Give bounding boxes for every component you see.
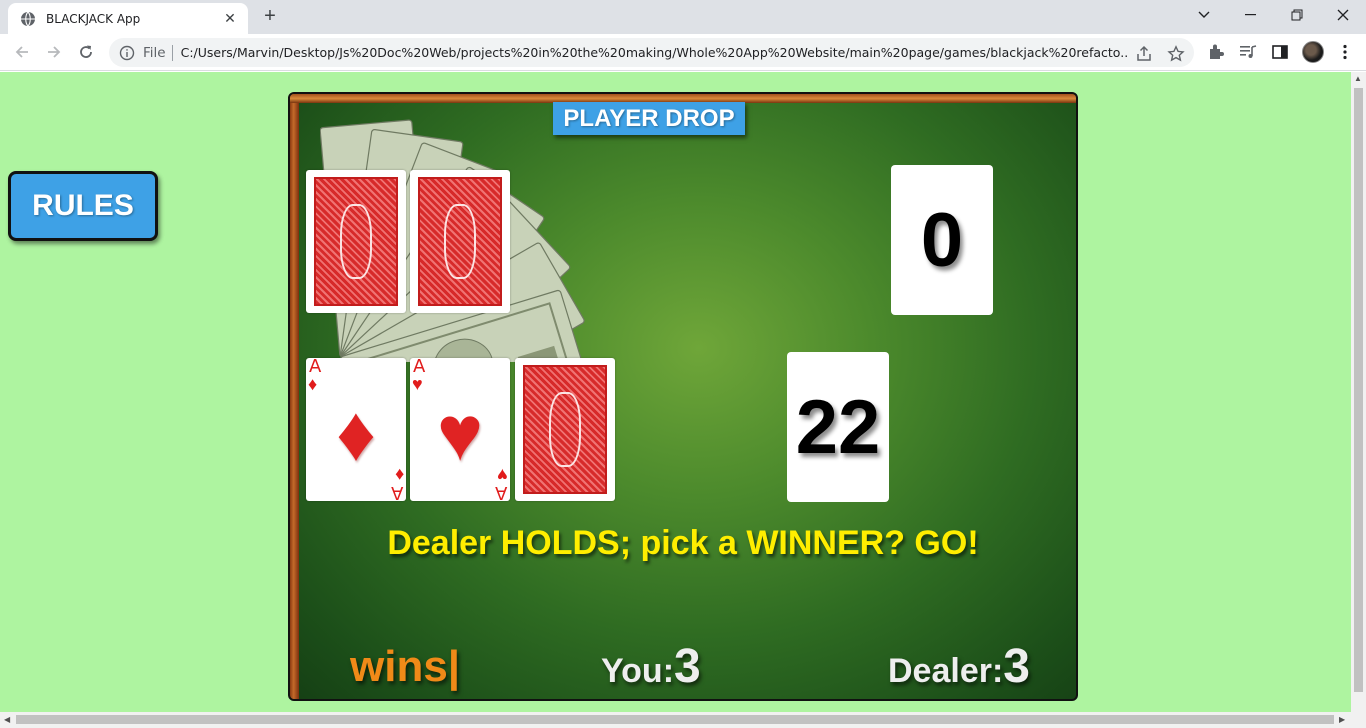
heart-icon: ♥	[412, 374, 423, 394]
side-panel-icon[interactable]	[1271, 43, 1289, 61]
heart-icon: ♥	[436, 389, 484, 477]
globe-icon	[21, 11, 35, 26]
table-wood-border-left	[290, 94, 299, 699]
diamond-icon: ♦	[336, 389, 376, 477]
player-drop-button[interactable]: PLAYER DROP	[553, 102, 745, 135]
page-viewport: RULES PLAYER DROP A ♦ ♦ ♦ A A ♥ ♥ ♥ A 0 …	[0, 72, 1351, 712]
dealer-label: Dealer:	[888, 652, 1004, 690]
card-back-pattern	[314, 177, 398, 306]
blackjack-table: PLAYER DROP A ♦ ♦ ♦ A A ♥ ♥ ♥ A 0 22 Dea…	[288, 92, 1078, 701]
tab-title: BLACKJACK App	[46, 11, 141, 26]
minimize-icon[interactable]	[1228, 0, 1274, 30]
dealer-wins-count: 3	[1003, 640, 1030, 693]
avatar[interactable]	[1302, 41, 1324, 63]
close-icon[interactable]: ✕	[222, 10, 238, 27]
status-message: Dealer HOLDS; pick a WINNER? GO!	[387, 524, 979, 562]
horizontal-scroll-thumb[interactable]	[16, 715, 1334, 724]
vertical-scrollbar[interactable]: ▲	[1351, 72, 1366, 712]
you-label: You:	[601, 652, 675, 690]
player-score-card: 22	[787, 352, 889, 502]
tab-search-chevron-icon[interactable]	[1181, 0, 1227, 30]
dealer-score-card: 0	[891, 165, 993, 315]
you-wins-tally: You:3	[601, 639, 701, 694]
player-card-3	[515, 358, 615, 501]
player-card-2: A ♥ ♥ ♥ A	[410, 358, 510, 501]
scheme-label: File	[143, 44, 166, 61]
player-card-1: A ♦ ♦ ♦ A	[306, 358, 406, 501]
card-back-pattern	[418, 177, 502, 306]
browser-toolbar: File C:/Users/Marvin/Desktop/Js%20Doc%20…	[0, 34, 1366, 71]
address-bar[interactable]: File C:/Users/Marvin/Desktop/Js%20Doc%20…	[109, 38, 1194, 67]
you-wins-count: 3	[674, 640, 701, 693]
rules-button[interactable]: RULES	[8, 171, 158, 241]
new-tab-icon[interactable]: +	[258, 5, 282, 29]
share-icon[interactable]	[1135, 45, 1153, 63]
forward-icon[interactable]	[42, 40, 66, 64]
dealer-card-2	[410, 170, 510, 313]
url-text[interactable]: C:/Users/Marvin/Desktop/Js%20Doc%20Web/p…	[181, 45, 1129, 60]
bookmark-star-icon[interactable]	[1167, 45, 1185, 63]
wins-label: wins|	[350, 642, 461, 691]
scroll-left-icon[interactable]: ◀	[4, 715, 10, 724]
tab-blackjack-app[interactable]: BLACKJACK App ✕	[8, 3, 248, 34]
dealer-card-1	[306, 170, 406, 313]
info-icon[interactable]	[119, 45, 135, 61]
card-rank: A	[390, 482, 403, 501]
diamond-icon: ♦	[308, 374, 318, 394]
card-back-pattern	[523, 365, 607, 494]
back-icon[interactable]	[10, 40, 34, 64]
window-close-icon[interactable]	[1320, 0, 1366, 30]
tab-strip: BLACKJACK App ✕ +	[0, 0, 1366, 34]
horizontal-scrollbar[interactable]: ◀ ▶	[0, 712, 1366, 728]
menu-icon[interactable]	[1336, 43, 1354, 61]
media-icon[interactable]	[1239, 43, 1257, 61]
scroll-right-icon[interactable]: ▶	[1339, 715, 1345, 724]
vertical-scroll-thumb[interactable]	[1354, 88, 1363, 692]
scroll-up-icon[interactable]: ▲	[1354, 74, 1362, 83]
restore-icon[interactable]	[1274, 0, 1320, 30]
omnibox-divider	[171, 44, 173, 61]
extensions-icon[interactable]	[1207, 43, 1225, 61]
dealer-wins-tally: Dealer:3	[888, 639, 1030, 694]
card-rank: A	[494, 482, 507, 501]
reload-icon[interactable]	[74, 40, 98, 64]
